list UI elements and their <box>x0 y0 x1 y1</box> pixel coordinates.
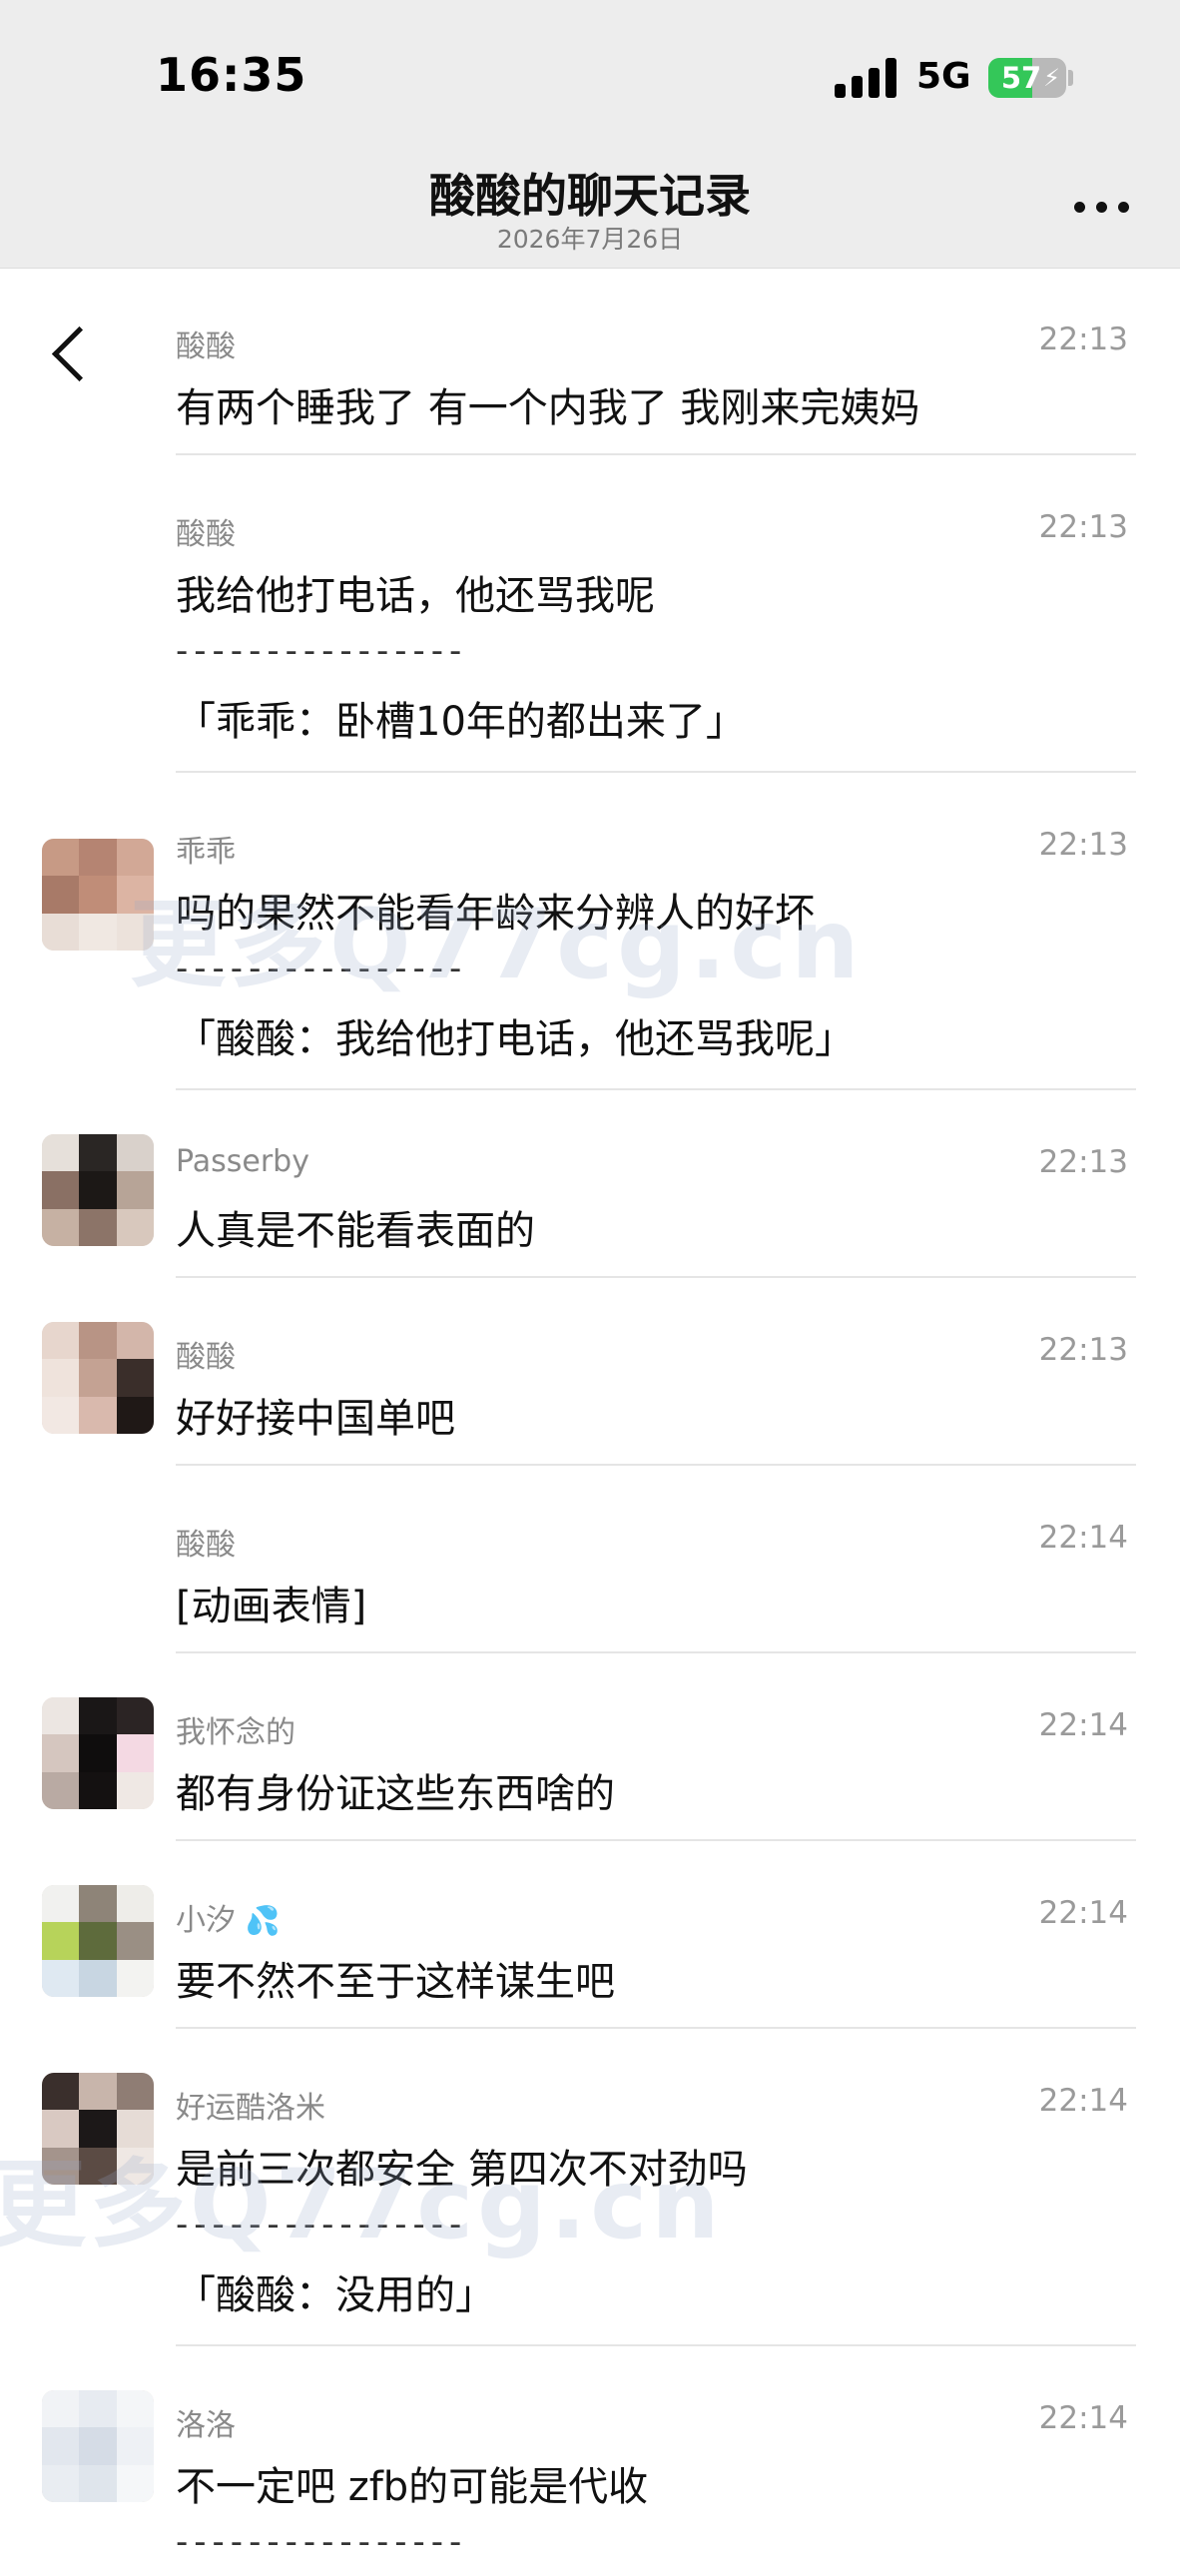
quote-divider: ---------------- <box>176 631 468 671</box>
page-date: 2026年7月26日 <box>496 225 684 254</box>
quoted-message[interactable]: 「乖乖：卧槽10年的都出来了」 <box>176 689 746 747</box>
sweat-drops-icon: 💦 <box>245 1904 281 1937</box>
avatar[interactable] <box>42 1134 154 1246</box>
avatar[interactable] <box>42 1697 154 1809</box>
list-item[interactable]: 酸酸 22:13 有两个睡我了 有一个内我了 我刚来完姨妈 <box>176 268 1136 455</box>
message-text: 不一定吧 zfb的可能是代收 <box>176 2464 649 2510</box>
quote-divider: ---------------- <box>176 2522 468 2562</box>
sender-name: Passerby <box>176 1144 309 1179</box>
more-dot-icon <box>1096 202 1107 213</box>
list-item[interactable]: Passerby 22:13 人真是不能看表面的 <box>42 1090 1136 1278</box>
sender-name: 酸酸 <box>176 517 236 552</box>
sender-name: 好运酷洛米 <box>176 2091 325 2126</box>
list-item[interactable]: 我怀念的 22:14 都有身份证这些东西啥的 <box>42 1653 1136 1841</box>
message-time: 22:13 <box>1038 1332 1128 1368</box>
message-time: 22:13 <box>1038 1144 1128 1180</box>
more-dot-icon <box>1118 202 1129 213</box>
sender-name: 我怀念的 <box>176 1715 295 1750</box>
list-item[interactable]: 小汐 💦 22:14 要不然不至于这样谋生吧 <box>42 1841 1136 2029</box>
avatar[interactable] <box>42 1322 154 1434</box>
message-text: 要不然不至于这样谋生吧 <box>176 1959 615 2005</box>
more-button[interactable] <box>1074 202 1134 216</box>
watermark: 更多Q77cg.cn <box>130 889 864 1000</box>
list-item[interactable]: 洛洛 22:14 不一定吧 zfb的可能是代收 ---------------- <box>42 2346 1136 2576</box>
charging-icon: ⚡ <box>1043 64 1060 92</box>
sender-name: 酸酸 <box>176 1340 236 1375</box>
sender-name-text: 小汐 <box>176 1903 236 1938</box>
avatar[interactable] <box>42 2390 154 2502</box>
message-text: 有两个睡我了 有一个内我了 我刚来完姨妈 <box>176 385 920 431</box>
status-time: 16:35 <box>156 48 307 102</box>
message-time: 22:13 <box>1038 509 1128 545</box>
message-text: 我给他打电话，他还骂我呢 <box>176 573 655 619</box>
message-text: 人真是不能看表面的 <box>176 1208 535 1254</box>
list-item[interactable]: 酸酸 22:13 好好接中国单吧 <box>42 1278 1136 1466</box>
message-time: 22:13 <box>1038 827 1128 863</box>
message-text: [动画表情] <box>176 1584 367 1629</box>
message-text: 好好接中国单吧 <box>176 1396 455 1442</box>
more-dot-icon <box>1074 202 1085 213</box>
message-time: 22:14 <box>1038 2083 1128 2119</box>
page-title: 酸酸的聊天记录 <box>429 169 751 223</box>
signal-icon <box>835 58 898 98</box>
message-time: 22:14 <box>1038 1520 1128 1556</box>
network-type: 5G <box>916 56 971 97</box>
sender-name: 小汐 💦 <box>176 1895 280 1939</box>
message-time: 22:14 <box>1038 1707 1128 1743</box>
message-text: 都有身份证这些东西啥的 <box>176 1771 615 1817</box>
sender-name: 洛洛 <box>176 2408 236 2443</box>
list-item[interactable]: 酸酸 22:13 我给他打电话，他还骂我呢 ---------------- 「… <box>176 455 1136 773</box>
message-time: 22:14 <box>1038 1895 1128 1931</box>
avatar[interactable] <box>42 1885 154 1997</box>
top-bar: 16:35 5G 57 ⚡ 酸酸的聊天记录 2026年7月26日 <box>0 0 1180 382</box>
sender-name: 酸酸 <box>176 329 236 364</box>
message-time: 22:13 <box>1038 322 1128 357</box>
message-time: 22:14 <box>1038 2400 1128 2436</box>
sender-name: 酸酸 <box>176 1528 236 1563</box>
list-item[interactable]: 酸酸 22:14 [动画表情] <box>176 1466 1136 1653</box>
watermark: 更多Q77cg.cn <box>0 2149 724 2260</box>
sender-name: 乖乖 <box>176 835 236 870</box>
battery-icon: 57 ⚡ <box>988 58 1066 98</box>
quoted-message[interactable]: 「酸酸：我给他打电话，他还骂我呢」 <box>176 1006 855 1064</box>
battery-cap <box>1068 70 1073 86</box>
quoted-message[interactable]: 「酸酸：没用的」 <box>176 2262 495 2320</box>
